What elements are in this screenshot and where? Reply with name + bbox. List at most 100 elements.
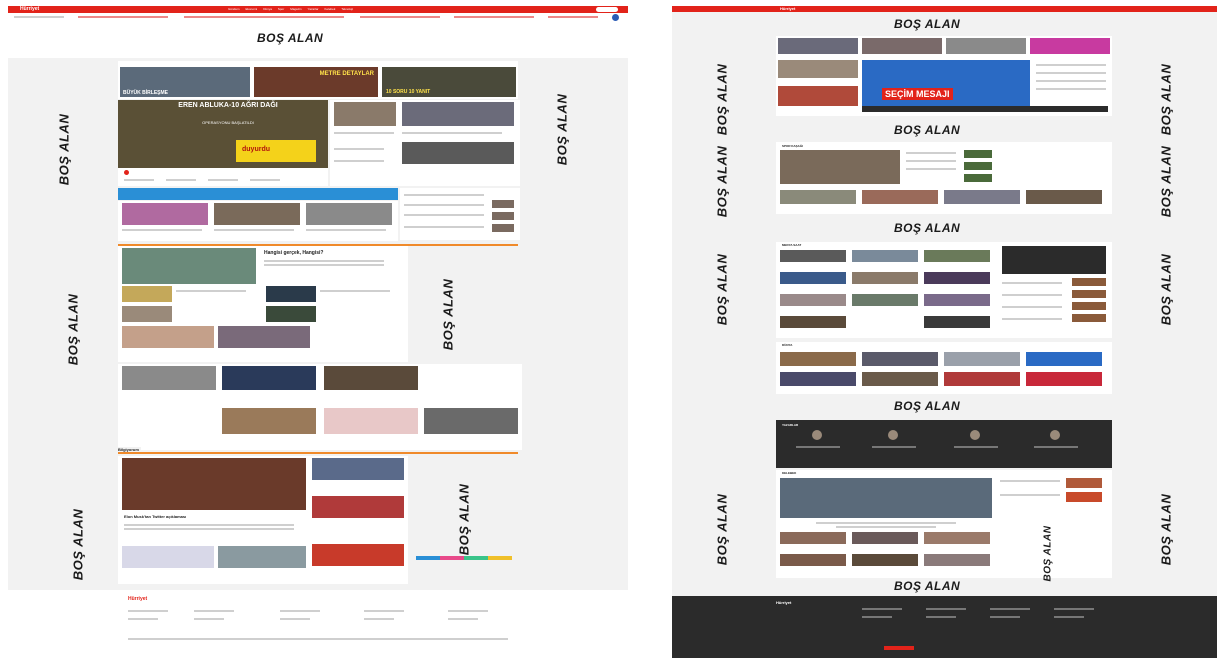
news-thumb[interactable] [852, 532, 918, 544]
right-section-1: SPOR KAŞAĞI [776, 142, 1112, 214]
news-thumb[interactable] [924, 554, 990, 566]
election-banner[interactable]: SEÇİM MESAJI [862, 60, 1030, 106]
news-thumb[interactable] [852, 250, 918, 262]
left-logo[interactable]: Hürriyet [20, 6, 39, 12]
news-thumb[interactable] [778, 86, 858, 106]
section-title[interactable]: MEDYA SAAT [782, 243, 801, 247]
news-thumb[interactable] [324, 408, 418, 434]
news-thumb[interactable] [780, 532, 846, 544]
dark-feature[interactable] [1002, 246, 1106, 274]
news-thumb[interactable] [222, 408, 316, 434]
news-thumb[interactable] [122, 546, 214, 568]
nav-item[interactable]: Gündem [228, 7, 240, 12]
feature-image[interactable] [780, 478, 992, 518]
news-thumb[interactable] [312, 496, 404, 518]
news-thumb[interactable] [780, 372, 856, 386]
writer-avatar[interactable] [970, 430, 980, 440]
news-thumb[interactable] [924, 532, 990, 544]
news-thumb[interactable] [780, 554, 846, 566]
nav-item[interactable]: Ekonomi [246, 7, 258, 12]
news-thumb[interactable] [924, 250, 990, 262]
slider-dots[interactable] [118, 168, 328, 176]
section-title[interactable]: KELEBEK [782, 471, 796, 475]
news-thumb[interactable] [324, 366, 418, 390]
news-thumb[interactable] [780, 316, 846, 328]
section-2-title[interactable]: Hangisi gerçek, Hangisi? [264, 250, 323, 256]
news-thumb[interactable] [1026, 190, 1102, 204]
news-thumb[interactable] [862, 38, 942, 54]
news-thumb[interactable] [862, 190, 938, 204]
news-thumb[interactable] [924, 294, 990, 306]
news-thumb[interactable] [122, 306, 172, 322]
news-thumb[interactable] [306, 203, 392, 225]
ad-space-right-3: BOŞ ALAN [456, 483, 472, 556]
news-thumb[interactable] [780, 352, 856, 366]
news-thumb[interactable] [1030, 38, 1110, 54]
news-thumb[interactable] [122, 203, 208, 225]
news-thumb[interactable] [122, 366, 216, 390]
blue-banner[interactable] [118, 188, 398, 200]
section-title[interactable]: YAZARLAR [782, 423, 798, 427]
news-thumb[interactable] [862, 372, 938, 386]
nav-item[interactable]: Dünya [263, 7, 272, 12]
nav-item[interactable]: Spor [278, 7, 284, 12]
writer-avatar[interactable] [812, 430, 822, 440]
news-thumb[interactable] [122, 326, 214, 348]
news-thumb[interactable] [424, 408, 518, 434]
nav-item[interactable]: Teknoloji [341, 7, 353, 12]
headline-card[interactable]: METRE DETAYLAR [254, 67, 378, 97]
news-thumb[interactable] [402, 102, 514, 126]
news-thumb[interactable] [122, 286, 172, 302]
news-thumb[interactable] [266, 306, 316, 322]
news-thumb[interactable] [312, 458, 404, 480]
news-thumb[interactable] [1026, 372, 1102, 386]
news-thumb[interactable] [852, 294, 918, 306]
versus-image[interactable] [122, 248, 256, 284]
news-thumb[interactable] [944, 352, 1020, 366]
footer-red-button[interactable] [884, 646, 914, 650]
headline-card[interactable]: BÜYÜK BİRLEŞME [120, 67, 250, 97]
writer-avatar[interactable] [888, 430, 898, 440]
news-thumb[interactable] [852, 272, 918, 284]
nav-item[interactable]: Yazarlar [308, 7, 319, 12]
news-thumb[interactable] [778, 38, 858, 54]
user-avatar[interactable] [612, 14, 619, 21]
news-thumb[interactable] [944, 372, 1020, 386]
headline-card[interactable]: 10 SORU 10 YANIT [382, 67, 516, 97]
footer-logo[interactable]: Hürriyet [128, 596, 147, 602]
section-title[interactable]: SPOR KAŞAĞI [782, 144, 803, 148]
news-thumb[interactable] [852, 554, 918, 566]
news-thumb[interactable] [944, 190, 1020, 204]
news-thumb[interactable] [780, 250, 846, 262]
news-thumb[interactable] [946, 38, 1026, 54]
news-thumb[interactable] [402, 142, 514, 164]
news-thumb[interactable] [214, 203, 300, 225]
news-thumb[interactable] [924, 316, 990, 328]
news-thumb[interactable] [862, 352, 938, 366]
news-thumb[interactable] [924, 272, 990, 284]
news-thumb[interactable] [780, 190, 856, 204]
section-title[interactable]: DÜNYA [782, 343, 792, 347]
search-button[interactable] [596, 7, 618, 12]
slider-controls[interactable] [862, 106, 1108, 112]
news-thumb[interactable] [780, 272, 846, 284]
news-thumb[interactable] [778, 60, 858, 78]
news-thumb[interactable] [780, 294, 846, 306]
nav-item[interactable]: Magazin [290, 7, 301, 12]
news-thumb[interactable] [218, 326, 310, 348]
section-3-title[interactable]: Bilgiyorum [118, 447, 141, 452]
main-headline-image[interactable]: EREN ABLUKA-10 AĞRI DAĞI OPERASYONU BAŞL… [118, 100, 328, 168]
news-thumb[interactable] [218, 546, 306, 568]
news-thumb[interactable] [1026, 352, 1102, 366]
nav-item[interactable]: Kelebek [325, 7, 336, 12]
right-logo[interactable]: Hürriyet [780, 6, 795, 11]
feature-headline[interactable]: Elon Musk'tan Twitter açıklaması [124, 514, 186, 519]
footer-logo[interactable]: Hürriyet [776, 600, 791, 605]
news-thumb[interactable] [312, 544, 404, 566]
news-thumb[interactable] [266, 286, 316, 302]
news-thumb[interactable] [334, 102, 396, 126]
news-thumb[interactable] [780, 150, 900, 184]
feature-image[interactable] [122, 458, 306, 510]
writer-avatar[interactable] [1050, 430, 1060, 440]
news-thumb[interactable] [222, 366, 316, 390]
